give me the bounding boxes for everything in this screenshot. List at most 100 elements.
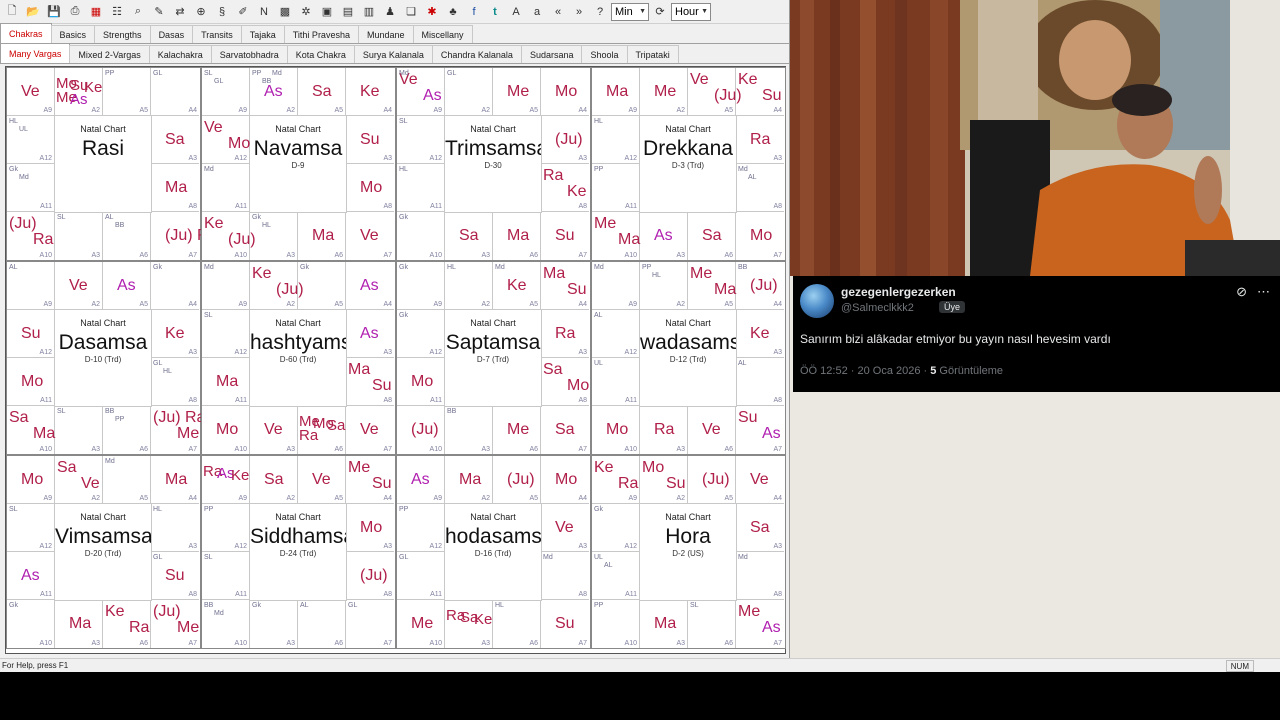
chart-house[interactable]: PP HL A2 [640,262,688,310]
tab-chakras[interactable]: Chakras [0,23,52,43]
chart-house[interactable]: UL A11 [592,358,640,406]
chart-house[interactable]: Md AL A8 [736,164,784,212]
chart-house[interactable]: Md A5 [103,456,151,504]
chart-house[interactable]: Md A8 [736,552,784,600]
chart-house[interactable]: Md A9 [592,262,640,310]
chart-house[interactable]: Ke (Ju) A10 [202,212,256,260]
chart-house[interactable]: As A5 [103,262,151,310]
chart-house[interactable]: Gk A10 [397,212,445,260]
chart-house[interactable]: PP A5 [103,68,151,116]
tweet-author-name[interactable]: gezegenlergezerken [841,285,956,299]
chart-house[interactable]: HL UL A12 [7,116,55,164]
chart-house[interactable]: Ma A11 [202,358,250,406]
chart-house[interactable]: Me A10 [397,600,445,648]
chart-house[interactable]: SL A3 [55,212,103,260]
chart-house[interactable]: Me Ma A5 [688,262,736,310]
chart-house[interactable]: Ma A6 [493,212,541,260]
chart-house[interactable]: Me As A7 [736,600,784,648]
chart-house[interactable]: Ve A5 [298,456,346,504]
varga-chart[interactable]: Mo A9 Sa Ve A2 Md A5 Ma A4 HL A3 Su GL A8 (Ju) Me A7 Ke Ra… [6,455,201,649]
time-unit-select[interactable]: Min ▼ [611,2,649,21]
chart-house[interactable]: Ma A4 [151,456,199,504]
chart-house[interactable]: GL A7 [346,600,394,648]
tree-icon[interactable]: ♣ [443,2,463,22]
chart-house[interactable]: Gk A4 [151,262,199,310]
chart-house[interactable]: Su A12 [7,310,55,358]
chart-house[interactable]: Gk A3 [250,600,298,648]
tab-tithi-pravesha[interactable]: Tithi Pravesha [283,25,359,43]
tab-sarvatobhadra[interactable]: Sarvatobhadra [210,45,288,63]
chart-house[interactable]: Mo A11 [397,358,445,406]
chart-house[interactable]: Ve As Md A9 [397,68,445,116]
chart-house[interactable]: (Ju) A3 [541,116,589,164]
chart-house[interactable]: HL A6 [493,600,541,648]
step-unit-select[interactable]: Hour ▼ [671,2,711,21]
layout-icon[interactable]: ▥ [359,2,379,22]
varga-chart[interactable]: Ve As Md A9 GL A2 Me A5 Mo A4 (Ju) A3 Ra Ke A8 Su A7 Ma A6… [396,67,591,261]
chart-house[interactable]: (Ju) A8 [346,552,394,600]
tab-basics[interactable]: Basics [50,25,96,43]
tab-surya-kalanala[interactable]: Surya Kalanala [353,45,433,63]
chart-house[interactable]: Ke Ra A9 [592,456,640,504]
settings-icon[interactable]: ✲ [296,2,316,22]
pen-icon[interactable]: ✐ [233,2,253,22]
varga-chart[interactable]: Gk A9 HL A2 Ke Md A5 Ma Su A4 Ra A3 Sa Mo A8 Sa A7 Me A6 BB… [396,261,591,455]
varga-chart[interactable]: Ma A9 Me A2 Ve (Ju) A5 Ke Su A4 Ra A3 Md AL A8 Mo A7 Sa A6… [591,67,786,261]
chart-house[interactable]: Ra Sa Ke A3 [445,600,493,648]
chart-house[interactable]: Sa Mo A8 [541,358,589,406]
chart-house[interactable]: GL HL A8 [151,358,199,406]
varga-chart[interactable]: Md A9 PP HL A2 Me Ma A5 (Ju) BB A4 Ke A3 AL A8 Su As A7 Ve… [591,261,786,455]
chart-house[interactable]: AL A6 [298,600,346,648]
chart-house[interactable]: Sa A2 [250,456,298,504]
chart-house[interactable]: Sa A6 [688,212,736,260]
chart-house[interactable]: As A3 [640,212,688,260]
chart-house[interactable]: Ve (Ju) A5 [688,68,742,116]
chart-house[interactable]: Sa A3 [445,212,493,260]
chart-house[interactable]: Sa A3 [736,504,784,552]
chart-house[interactable]: GL A11 [397,552,445,600]
tab-many-vargas[interactable]: Many Vargas [0,43,71,63]
tab-mixed-2-vargas[interactable]: Mixed 2-Vargas [69,45,150,63]
chart-house[interactable]: SL A12 [7,504,55,552]
chart-house[interactable]: Ve A2 [55,262,103,310]
varga-chart[interactable]: Ve A9 Mo Su Ke Me As A2 PP A5 GL A4 Sa A3 Ma A8 (Ju) Ra A… [6,67,217,261]
chart-house[interactable]: Su A3 [346,116,394,164]
chart-house[interactable]: Sa Ma A10 [7,406,55,454]
help-icon[interactable]: ? [590,2,610,22]
tab-kalachakra[interactable]: Kalachakra [148,45,212,63]
tweet-author-handle[interactable]: @Salmeclkkk2 [841,302,914,314]
chart-house[interactable]: HL A3 [151,504,199,552]
chart-house[interactable]: Me A6 [493,406,541,454]
back-icon[interactable]: « [548,2,568,22]
chart-house[interactable]: SL A12 [397,116,445,164]
chart-house[interactable]: PP A12 [202,504,250,552]
chart-house[interactable]: Ma Su A8 [346,358,394,406]
chart-house[interactable]: Mo A7 [736,212,784,260]
chart-house[interactable]: Ve A7 [346,212,394,260]
chart-house[interactable]: Ma A2 [445,456,493,504]
data-icon[interactable]: ☷ [107,2,127,22]
tab-mundane[interactable]: Mundane [357,25,414,43]
chart-house[interactable]: Sa A7 [541,406,589,454]
refresh-icon[interactable]: ⟳ [650,2,670,22]
font-small-icon[interactable]: a [527,2,547,22]
chart-house[interactable]: (Ju) A10 [397,406,445,454]
chart-house[interactable]: AL A8 [736,358,784,406]
chart-house[interactable]: SL A11 [202,552,250,600]
chart-house[interactable]: Ra Ke A8 [541,164,589,212]
chart-house[interactable]: Gk HL A3 [250,212,298,260]
chart-house[interactable]: Mo A4 [541,68,589,116]
tab-tajaka[interactable]: Tajaka [240,25,285,43]
people-icon[interactable]: ♟ [380,2,400,22]
chart-house[interactable]: (Ju) A5 [493,456,541,504]
chart-house[interactable]: Mo A11 [7,358,55,406]
chart-house[interactable]: Mo Su Ke Me As A2 [55,68,103,116]
tab-dasas[interactable]: Dasas [149,25,194,43]
chart-house[interactable]: Su A7 [541,212,589,260]
tab-shoola[interactable]: Shoola [581,45,628,63]
chart-house[interactable]: Mo A10 [592,406,640,454]
chart-house[interactable]: Gk A12 [397,310,445,358]
chart-house[interactable]: BB PP A6 [103,406,151,454]
chart-house[interactable]: Mo Su A2 [640,456,688,504]
open-icon[interactable]: 📂 [23,2,43,22]
